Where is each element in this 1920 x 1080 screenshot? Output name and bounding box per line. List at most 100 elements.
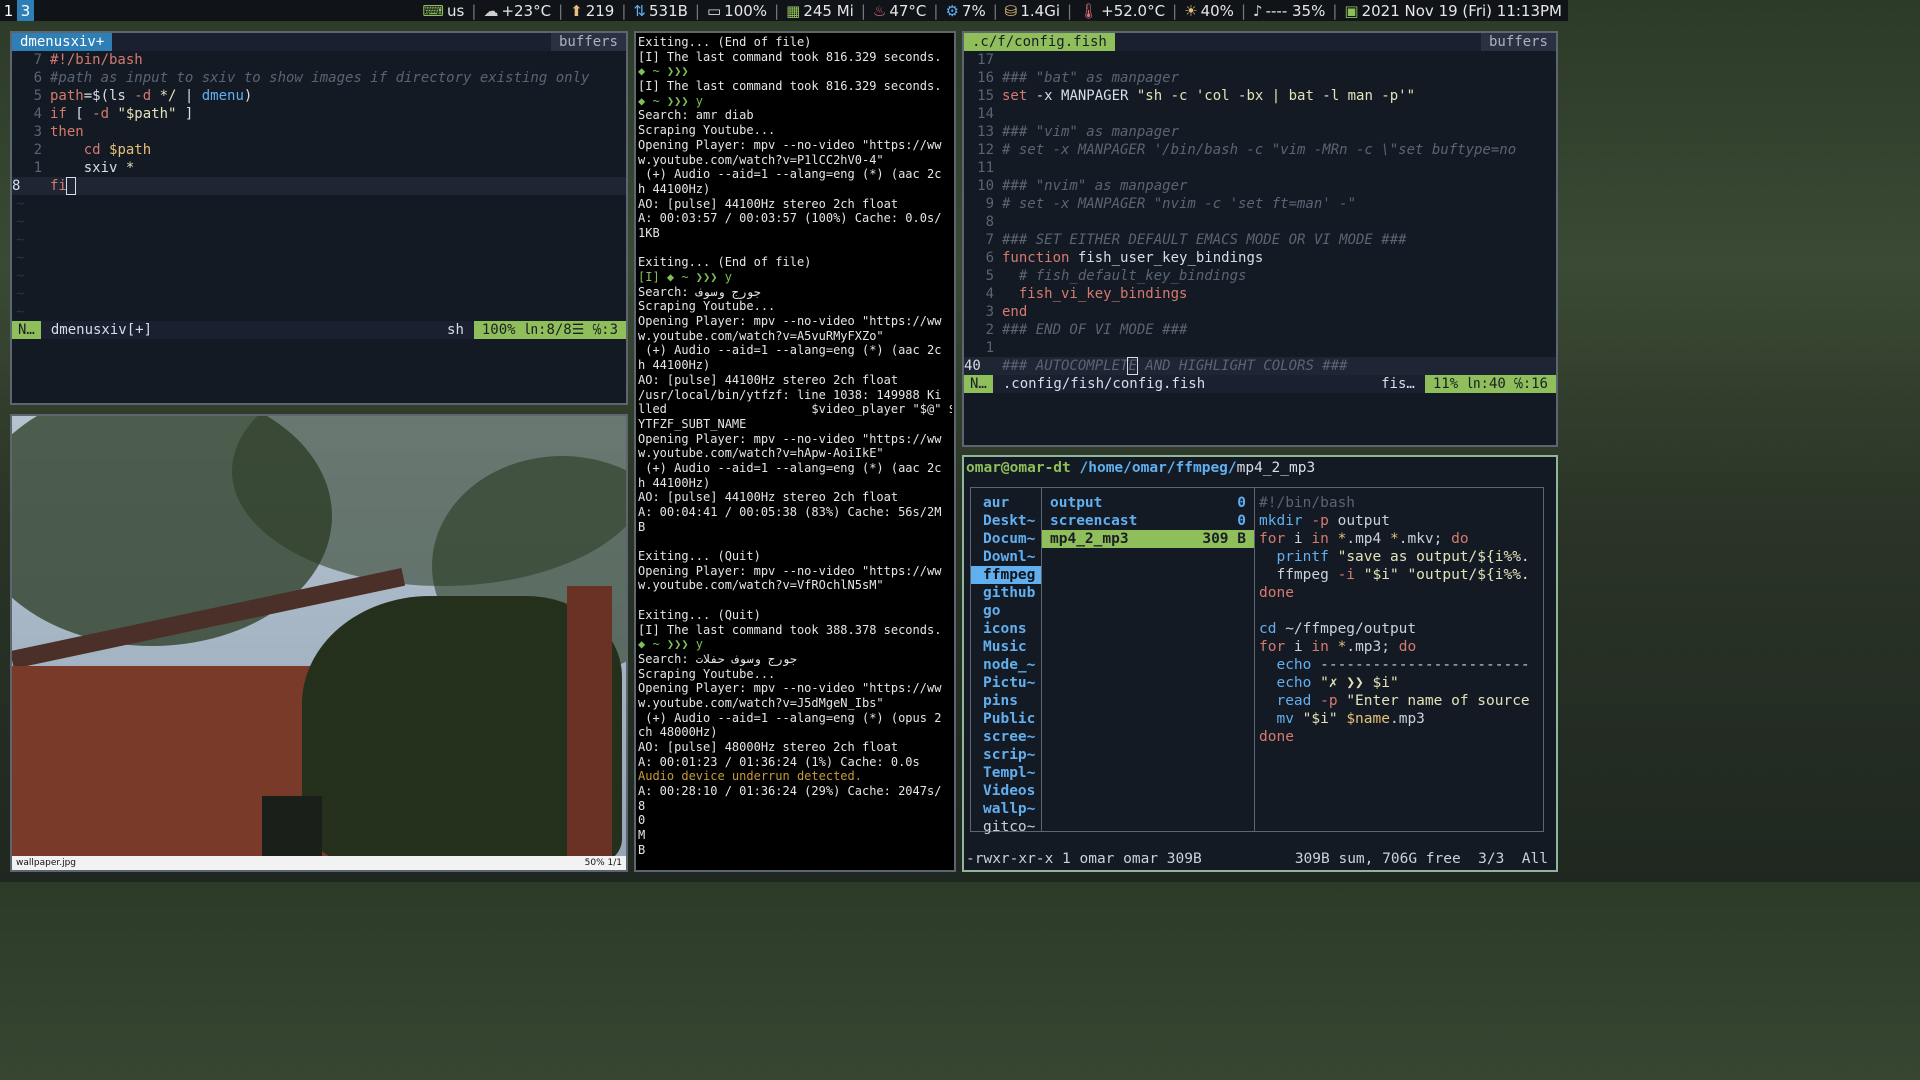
dir-entry[interactable]: gitco~ [971,818,1041,836]
dir-entry[interactable]: wallp~ [971,800,1041,818]
workspace-1[interactable]: 1 [0,0,17,21]
preview-line: for i in *.mp3; do [1259,639,1417,655]
terminal-line: Opening Player: mpv --no-video "https://… [638,431,942,446]
preview-line: mv "$i" $name.mp3 [1276,711,1425,727]
status-volume: ♪ ---- 35% [1253,1,1326,20]
code-line[interactable]: 16 ### "bat" as manpager [964,69,1556,87]
file-entry[interactable]: output 0 [1042,494,1254,512]
terminal-line: Scraping Youtube... [638,123,776,138]
current-path: /home/omar/ffmpeg/ [1079,460,1237,476]
dir-entry[interactable]: icons [971,620,1041,638]
user-host: omar@omar-dt [966,460,1071,476]
dir-entry[interactable]: Music [971,638,1041,656]
code-lines[interactable]: 7 #!/bin/bash 6 #path as input to sxiv to s… [12,51,626,195]
terminal-line: Exiting... (Quit) [638,549,761,564]
dir-entry[interactable]: github [971,584,1041,602]
code-line[interactable]: 40 ### AUTOCOMPLETE AND HIGHLIGHT COLORS … [964,357,1556,375]
code-line[interactable]: 4 fish_vi_key_bindings [964,285,1556,303]
code-line[interactable]: 7 ### SET EITHER DEFAULT EMACS MODE OR VI… [964,231,1556,249]
vim-editor-config-fish[interactable]: .c/f/config.fish buffers 17 16 ### "bat" a… [962,31,1558,447]
image-filename: wallpaper.jpg [16,858,77,868]
code-line[interactable]: 2 cd $path [12,141,626,159]
code-line[interactable]: 7 #!/bin/bash [12,51,626,69]
dir-entry[interactable]: Downl~ [971,548,1041,566]
terminal-line: Audio device underrun detected. [638,769,862,784]
sxiv-image-viewer[interactable]: wallpaper.jpg 50% 1/1 [10,414,628,872]
terminal-line: M [638,828,646,843]
status-brightness: ☀ 40% [1184,1,1234,20]
preview-line: mkdir -p output [1259,513,1390,529]
dir-entry[interactable]: node_~ [971,656,1041,674]
terminal-line: Search: جورج وسوف [638,284,761,299]
terminal-line: 0 [638,813,646,828]
code-line[interactable]: 2 ### END OF VI MODE ### [964,321,1556,339]
dir-entry[interactable]: Docum~ [971,530,1041,548]
file-entry[interactable]: screencast 0 [1042,512,1254,530]
status-network: ⇅ 531B [633,1,688,20]
code-line[interactable]: 11 [964,159,1556,177]
file-preview: #!/bin/bash mkdir -p output for i in *.mp4… [1255,488,1543,831]
code-line[interactable]: 3 then [12,123,626,141]
terminal-line: /usr/local/bin/ytfzf: line 1038: 149988 … [638,387,942,402]
code-line[interactable]: 13 ### "vim" as manpager [964,123,1556,141]
code-line[interactable]: 5 # fish_default_key_bindings [964,267,1556,285]
dir-entry[interactable]: pins [971,692,1041,710]
line-number: 40 [964,358,981,374]
code-line[interactable]: 3 end [964,303,1556,321]
dir-entry[interactable]: Deskt~ [971,512,1041,530]
tab-config-fish[interactable]: .c/f/config.fish [964,33,1115,51]
preview-line: #!/bin/bash [1259,495,1356,511]
dir-entry[interactable]: scree~ [971,728,1041,746]
status-disk: ⛁ 1.4Gi [1004,1,1061,20]
dir-entry[interactable]: scrip~ [971,746,1041,764]
terminal-line: ◆ ~ ❯❯❯ y [638,93,704,108]
file-entry[interactable]: mp4_2_mp3 309 B [1042,530,1254,548]
code-line[interactable]: 12 # set -x MANPAGER '/bin/bash -c "vim -… [964,141,1556,159]
code-line[interactable]: 10 ### "nvim" as manpager [964,177,1556,195]
terminal-line: AO: [pulse] 48000Hz stereo 2ch float [638,740,899,754]
terminal-ytfzf[interactable]: Exiting... (End of file) [I] The last com… [634,31,956,872]
terminal-line: w.youtube.com/watch?v=A5vuRMyFXZo" [638,328,884,343]
line-number: 2 [33,142,42,158]
dir-entry[interactable]: Videos [971,782,1041,800]
lf-file-manager[interactable]: omar@omar-dt /home/omar/ffmpeg/mp4_2_mp3… [962,455,1558,872]
code-line[interactable]: 9 # set -x MANPAGER "nvim -c 'set ft=man'… [964,195,1556,213]
dir-entry[interactable]: Pictu~ [971,674,1041,692]
current-directory-list[interactable]: output 0 screencast 0 mp4_2_mp3 309 B [1042,488,1255,831]
terminal-line: w.youtube.com/watch?v=VfROchlN5sM" [638,578,884,593]
line-number: 1 [33,160,42,176]
code-line[interactable]: 6 #path as input to sxiv to show images i… [12,69,626,87]
line-number: 15 [977,88,994,104]
preview-line: for i in *.mp4 *.mkv; do [1259,531,1469,547]
terminal-line: A: 00:03:57 / 00:03:57 (100%) Cache: 0.0… [638,211,942,226]
dir-entry[interactable]: aur [971,494,1041,512]
code-line[interactable]: 1 sxiv * [12,159,626,177]
terminal-line: A: 00:04:41 / 00:05:38 (83%) Cache: 56s/… [638,505,942,519]
dir-entry[interactable]: Templ~ [971,764,1041,782]
dir-entry[interactable]: ffmpeg [971,566,1041,584]
dir-entry[interactable]: Public [971,710,1041,728]
code-line[interactable]: 5 path=$(ls -d */ | dmenu) [12,87,626,105]
dir-entry[interactable]: go [971,602,1041,620]
line-number: 8 [12,178,21,194]
terminal-line: [I] ◆ ~ ❯❯❯ y [638,270,732,284]
code-lines[interactable]: 17 16 ### "bat" as manpager 15 set -x MANPAG… [964,51,1556,375]
buffers-label: buffers [1480,33,1556,51]
code-line[interactable]: 8 fi [12,177,626,195]
code-line[interactable]: 4 if [ -d "$path" ] [12,105,626,123]
code-line[interactable]: 15 set -x MANPAGER "sh -c 'col -bx | bat … [964,87,1556,105]
code-line[interactable]: 6 function fish_user_key_bindings [964,249,1556,267]
code-line[interactable]: 8 [964,213,1556,231]
preview-line: done [1259,585,1294,601]
code-line[interactable]: 17 [964,51,1556,69]
workspace-3[interactable]: 3 [17,0,34,21]
parent-directory-list[interactable]: aur Deskt~ Docum~ Downl~ ffmpeg github go icons… [971,488,1042,835]
vim-editor-dmenusxiv[interactable]: dmenusxiv+ buffers 7 #!/bin/bash 6 #path as… [10,31,628,405]
code-line[interactable]: 1 [964,339,1556,357]
tab-dmenusxiv[interactable]: dmenusxiv+ [12,33,113,51]
code-line[interactable]: 14 [964,105,1556,123]
file-name: .config/fish/config.fish [1002,376,1206,392]
status-temperature: ♨ 47°C [872,1,927,20]
line-number: 3 [985,304,994,320]
